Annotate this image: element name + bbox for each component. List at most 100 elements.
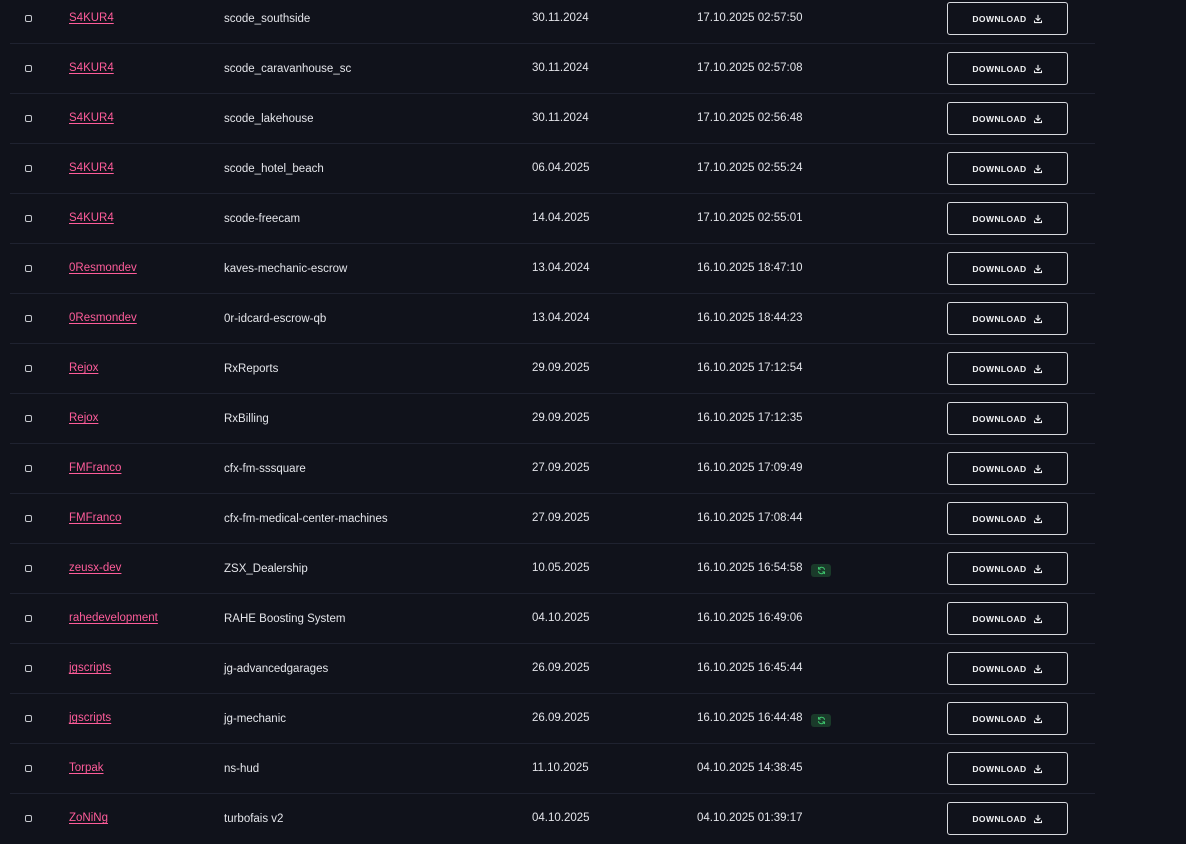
author-link[interactable]: zeusx-dev	[69, 562, 121, 574]
row-checkbox[interactable]	[25, 15, 32, 22]
table-row: jgscripts jg-advancedgarages 26.09.2025 16.…	[10, 644, 1095, 694]
download-icon	[1033, 714, 1043, 724]
download-button[interactable]: DOWNLOAD	[947, 802, 1068, 835]
updated-date: 17.10.2025 02:57:50	[697, 12, 803, 24]
updated-date: 17.10.2025 02:56:48	[697, 112, 803, 124]
row-checkbox[interactable]	[25, 715, 32, 722]
download-button[interactable]: DOWNLOAD	[947, 402, 1068, 435]
download-icon	[1033, 264, 1043, 274]
table-row: S4KUR4 scode_caravanhouse_sc 30.11.2024 17.…	[10, 44, 1095, 94]
created-date: 13.04.2024	[532, 312, 590, 324]
download-label: DOWNLOAD	[972, 413, 1027, 424]
refresh-badge	[811, 564, 831, 577]
download-button[interactable]: DOWNLOAD	[947, 502, 1068, 535]
download-icon	[1033, 814, 1043, 824]
download-button[interactable]: DOWNLOAD	[947, 652, 1068, 685]
created-date: 26.09.2025	[532, 712, 590, 724]
author-link[interactable]: S4KUR4	[69, 162, 114, 174]
download-button[interactable]: DOWNLOAD	[947, 452, 1068, 485]
resource-name: turbofais v2	[224, 813, 284, 825]
author-link[interactable]: 0Resmondev	[69, 262, 137, 274]
row-checkbox[interactable]	[25, 565, 32, 572]
download-button[interactable]: DOWNLOAD	[947, 352, 1068, 385]
download-label: DOWNLOAD	[972, 63, 1027, 74]
row-checkbox[interactable]	[25, 415, 32, 422]
row-checkbox[interactable]	[25, 815, 32, 822]
download-button[interactable]: DOWNLOAD	[947, 602, 1068, 635]
resource-name: jg-advancedgarages	[224, 663, 329, 675]
author-link[interactable]: FMFranco	[69, 512, 121, 524]
resource-table: S4KUR4 scode_southside 30.11.2024 17.10.202…	[10, 0, 1095, 844]
author-link[interactable]: S4KUR4	[69, 12, 114, 24]
updated-date: 16.10.2025 17:12:54	[697, 362, 803, 374]
created-date: 30.11.2024	[532, 62, 589, 74]
download-button[interactable]: DOWNLOAD	[947, 2, 1068, 35]
author-link[interactable]: S4KUR4	[69, 212, 114, 224]
row-checkbox[interactable]	[25, 315, 32, 322]
resource-name: scode_southside	[224, 13, 311, 25]
author-link[interactable]: S4KUR4	[69, 112, 114, 124]
updated-date: 16.10.2025 17:08:44	[697, 512, 803, 524]
refresh-icon	[817, 716, 826, 725]
download-label: DOWNLOAD	[972, 813, 1027, 824]
download-icon	[1033, 764, 1043, 774]
download-icon	[1033, 314, 1043, 324]
download-icon	[1033, 614, 1043, 624]
table-row: Rejox RxBilling 29.09.2025 16.10.2025 17:12…	[10, 394, 1095, 444]
row-checkbox[interactable]	[25, 165, 32, 172]
download-button[interactable]: DOWNLOAD	[947, 52, 1068, 85]
author-link[interactable]: Torpak	[69, 762, 104, 774]
table-row: S4KUR4 scode_southside 30.11.2024 17.10.202…	[10, 0, 1095, 44]
author-link[interactable]: ZoNiNg	[69, 812, 108, 824]
resource-name: ns-hud	[224, 763, 260, 775]
download-icon	[1033, 214, 1043, 224]
author-link[interactable]: jgscripts	[69, 712, 111, 724]
download-label: DOWNLOAD	[972, 763, 1027, 774]
table-row: S4KUR4 scode-freecam 14.04.2025 17.10.2025 …	[10, 194, 1095, 244]
resource-name: cfx-fm-medical-center-machines	[224, 513, 388, 525]
download-button[interactable]: DOWNLOAD	[947, 252, 1068, 285]
row-checkbox[interactable]	[25, 615, 32, 622]
row-checkbox[interactable]	[25, 465, 32, 472]
download-label: DOWNLOAD	[972, 363, 1027, 374]
download-button[interactable]: DOWNLOAD	[947, 302, 1068, 335]
row-checkbox[interactable]	[25, 215, 32, 222]
author-link[interactable]: jgscripts	[69, 662, 111, 674]
download-button[interactable]: DOWNLOAD	[947, 552, 1068, 585]
row-checkbox[interactable]	[25, 665, 32, 672]
download-label: DOWNLOAD	[972, 563, 1027, 574]
download-label: DOWNLOAD	[972, 613, 1027, 624]
updated-date: 17.10.2025 02:55:24	[697, 162, 803, 174]
download-button[interactable]: DOWNLOAD	[947, 202, 1068, 235]
table-row: ZoNiNg turbofais v2 04.10.2025 04.10.2025 0…	[10, 794, 1095, 844]
row-checkbox[interactable]	[25, 65, 32, 72]
author-link[interactable]: FMFranco	[69, 462, 121, 474]
row-checkbox[interactable]	[25, 515, 32, 522]
updated-date: 17.10.2025 02:57:08	[697, 62, 803, 74]
download-button[interactable]: DOWNLOAD	[947, 152, 1068, 185]
author-link[interactable]: Rejox	[69, 362, 98, 374]
download-label: DOWNLOAD	[972, 513, 1027, 524]
resource-name: ZSX_Dealership	[224, 563, 308, 575]
updated-date: 04.10.2025 01:39:17	[697, 812, 803, 824]
created-date: 04.10.2025	[532, 812, 590, 824]
author-link[interactable]: rahedevelopment	[69, 612, 158, 624]
updated-date: 17.10.2025 02:55:01	[697, 212, 803, 224]
download-label: DOWNLOAD	[972, 313, 1027, 324]
updated-date: 16.10.2025 16:44:48	[697, 712, 803, 724]
row-checkbox[interactable]	[25, 265, 32, 272]
download-button[interactable]: DOWNLOAD	[947, 102, 1068, 135]
row-checkbox[interactable]	[25, 365, 32, 372]
table-row: 0Resmondev 0r-idcard-escrow-qb 13.04.2024 1…	[10, 294, 1095, 344]
author-link[interactable]: 0Resmondev	[69, 312, 137, 324]
download-button[interactable]: DOWNLOAD	[947, 752, 1068, 785]
created-date: 06.04.2025	[532, 162, 590, 174]
resource-name: scode_caravanhouse_sc	[224, 63, 352, 75]
download-button[interactable]: DOWNLOAD	[947, 702, 1068, 735]
author-link[interactable]: Rejox	[69, 412, 98, 424]
updated-date: 16.10.2025 18:47:10	[697, 262, 803, 274]
author-link[interactable]: S4KUR4	[69, 62, 114, 74]
row-checkbox[interactable]	[25, 115, 32, 122]
row-checkbox[interactable]	[25, 765, 32, 772]
table-row: zeusx-dev ZSX_Dealership 10.05.2025 16.10.2…	[10, 544, 1095, 594]
